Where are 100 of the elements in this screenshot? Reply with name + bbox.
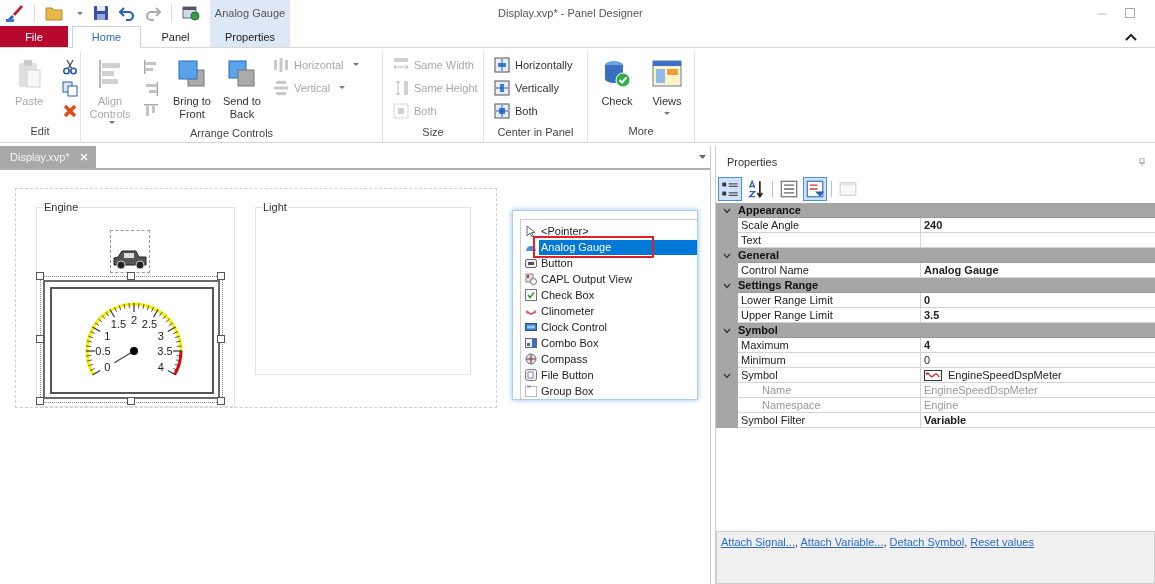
action-links: Attach Signal..., Attach Variable..., Detach Symbol, Reset values xyxy=(721,536,1035,548)
clock-icon xyxy=(525,321,537,333)
property-name: Maximum xyxy=(738,338,921,353)
property-name: Scale Angle xyxy=(738,218,921,233)
save-icon[interactable] xyxy=(93,5,109,21)
property-name: Namespace xyxy=(738,398,921,413)
window-globe-icon[interactable] xyxy=(182,5,200,21)
property-value[interactable]: EngineSpeedDspMeter xyxy=(921,368,1155,383)
property-name: Lower Range Limit xyxy=(738,293,921,308)
bring-to-front-icon xyxy=(176,58,208,90)
center-both-icon xyxy=(494,102,510,119)
ribbon-tab[interactable]: Home xyxy=(72,26,141,48)
ribbon-tab[interactable]: File xyxy=(0,26,68,47)
toolbox-item[interactable]: Button xyxy=(539,255,697,271)
car-icon xyxy=(112,248,148,270)
contextual-tab-header: Analog Gauge xyxy=(210,0,290,26)
category-header[interactable]: Symbol xyxy=(738,323,1155,338)
toolbox-item[interactable]: Check Box xyxy=(539,287,697,303)
ribbon-button[interactable]: Vertically xyxy=(490,77,577,98)
distribute-horizontal-icon xyxy=(273,56,289,73)
chevron-icon[interactable] xyxy=(723,252,731,259)
scale-label: 1 xyxy=(104,329,111,342)
gutter-cell xyxy=(716,413,738,428)
ribbon-tab[interactable]: Panel xyxy=(141,26,210,47)
scale-label: 0 xyxy=(104,360,111,373)
send-to-back-icon xyxy=(226,58,258,90)
toolbox-item[interactable]: <Pointer> xyxy=(539,223,697,239)
ribbon-tab[interactable]: Properties xyxy=(210,26,290,47)
property-value: EngineSpeedDspMeter xyxy=(921,383,1155,398)
scale-label: 1.5 xyxy=(110,318,127,331)
distribute-vertical-icon xyxy=(273,79,289,96)
toolbox-item[interactable]: CAPL Output View xyxy=(539,271,697,287)
ribbon-button[interactable]: Views xyxy=(644,54,690,115)
toolbox-item[interactable]: Clock Control xyxy=(539,319,697,335)
category-header[interactable]: Settings Range xyxy=(738,278,1155,293)
categorized-icon[interactable] xyxy=(718,177,742,201)
category-header[interactable]: Appearance xyxy=(738,203,1155,218)
symbol-name: EngineSpeedDspMeter xyxy=(948,367,1062,383)
window-title: Display.xvp* - Panel Designer xyxy=(498,7,643,19)
link[interactable]: Reset values xyxy=(970,536,1034,548)
toolbox-item[interactable]: Analog Gauge xyxy=(539,239,697,255)
center-horizontal-icon xyxy=(494,56,510,73)
toolbox-item[interactable]: Combo Box xyxy=(539,335,697,351)
chevron-icon[interactable] xyxy=(723,327,731,334)
group-label: Center in Panel xyxy=(496,124,575,140)
ribbon-button[interactable]: Bring to Front xyxy=(169,54,215,121)
group-box-label: Engine xyxy=(43,201,80,214)
collapse-ribbon-icon[interactable] xyxy=(1125,32,1137,41)
chevron-icon[interactable] xyxy=(723,207,731,214)
toolbox-item[interactable]: Compass xyxy=(539,351,697,367)
panel-title: Properties xyxy=(727,155,778,168)
undo-icon[interactable] xyxy=(119,5,135,21)
group-box-icon xyxy=(525,385,537,397)
scissors-icon[interactable] xyxy=(62,59,78,75)
gauge-needle xyxy=(113,347,138,364)
scale-label: 3 xyxy=(157,329,164,342)
property-value[interactable]: Variable xyxy=(921,413,1155,428)
ribbon-button[interactable]: Horizontally xyxy=(490,54,577,75)
paintbrush-icon[interactable] xyxy=(4,3,24,23)
caret-icon xyxy=(77,11,83,15)
resize-handle[interactable] xyxy=(217,334,225,343)
chevron-icon[interactable] xyxy=(723,282,731,289)
resize-handle[interactable] xyxy=(217,397,225,405)
dropdown-icon[interactable] xyxy=(699,155,706,159)
resize-handle[interactable] xyxy=(36,334,44,343)
property-value[interactable]: 0 xyxy=(921,293,1155,308)
property-name: Name xyxy=(738,383,921,398)
chevron-icon[interactable] xyxy=(723,372,731,379)
link[interactable]: Attach Signal... xyxy=(721,536,795,548)
resize-handle[interactable] xyxy=(126,397,135,405)
filter-list-icon[interactable] xyxy=(803,177,827,201)
toolbox-item[interactable]: Clinometer xyxy=(539,303,697,319)
resize-handle[interactable] xyxy=(36,272,44,280)
group-label: Arrange Controls xyxy=(188,126,275,141)
property-value: Engine xyxy=(921,398,1155,413)
scale-label: 0.5 xyxy=(95,345,111,357)
toolbox-item[interactable]: File Button xyxy=(539,367,697,383)
property-value[interactable]: 0 xyxy=(921,353,1155,368)
group-label: Edit xyxy=(29,124,51,139)
text-button-icon xyxy=(525,257,537,269)
center-vertical-icon xyxy=(494,79,510,96)
output-view-icon xyxy=(525,273,537,285)
resize-handle[interactable] xyxy=(126,272,135,280)
ribbon-button[interactable]: Send to Back xyxy=(219,54,265,121)
scale-label: 2.5 xyxy=(141,318,158,331)
copy-icon[interactable] xyxy=(62,81,78,97)
cursor-icon xyxy=(525,225,537,237)
ribbon-button[interactable]: Check xyxy=(594,54,640,108)
resize-handle[interactable] xyxy=(217,272,225,280)
property-value[interactable]: 4 xyxy=(921,338,1155,353)
resize-handle[interactable] xyxy=(36,397,44,405)
property-name: Minimum xyxy=(738,353,921,368)
ribbon-button[interactable]: Both xyxy=(490,100,577,121)
group-box-label: Light xyxy=(262,201,288,214)
delete-icon[interactable] xyxy=(62,103,78,119)
toolbox-item[interactable]: Group Box xyxy=(539,383,697,399)
property-value[interactable]: 240 xyxy=(921,218,1155,233)
category-header[interactable]: General xyxy=(738,248,1155,263)
scale-label: 3.5 xyxy=(157,345,173,357)
same-height-icon xyxy=(393,79,409,96)
